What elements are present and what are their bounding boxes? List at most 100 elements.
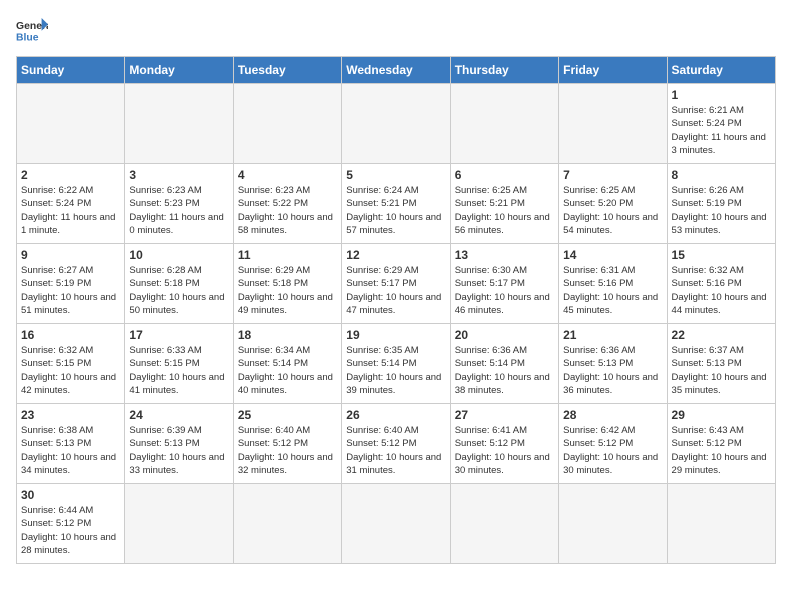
calendar-cell: 9Sunrise: 6:27 AM Sunset: 5:19 PM Daylig… [17,244,125,324]
calendar-cell: 29 Sunrise: 6:43 AM Sunset: 5:12 PM Dayli… [667,404,775,484]
calendar-cell [233,84,341,164]
calendar-cell: 25Sunrise: 6:40 AM Sunset: 5:12 PM Dayli… [233,404,341,484]
calendar-cell: 24 Sunrise: 6:39 AM Sunset: 5:13 PM Dayli… [125,404,233,484]
day-info: Sunrise: 6:32 AM Sunset: 5:15 PM Dayligh… [21,344,120,397]
day-number: 4 [238,168,337,182]
day-info: Sunrise: 6:21 AM Sunset: 5:24 PM Dayligh… [672,104,771,157]
calendar-cell: 3 Sunrise: 6:23 AM Sunset: 5:23 PM Daylig… [125,164,233,244]
day-number: 8 [672,168,771,182]
day-info: Sunrise: 6:23 AM Sunset: 5:23 PM Dayligh… [129,184,228,237]
day-info: Sunrise: 6:36 AM Sunset: 5:14 PM Dayligh… [455,344,554,397]
logo: General Blue [16,16,48,44]
calendar-cell: 16 Sunrise: 6:32 AM Sunset: 5:15 PM Dayli… [17,324,125,404]
day-info: Sunrise: 6:41 AM Sunset: 5:12 PM Dayligh… [455,424,554,477]
day-number: 10 [129,248,228,262]
day-number: 13 [455,248,554,262]
day-number: 23 [21,408,120,422]
col-header-wednesday: Wednesday [342,57,450,84]
calendar-cell [342,84,450,164]
day-info: Sunrise: 6:37 AM Sunset: 5:13 PM Dayligh… [672,344,771,397]
day-number: 6 [455,168,554,182]
day-number: 17 [129,328,228,342]
calendar-cell: 22 Sunrise: 6:37 AM Sunset: 5:13 PM Dayli… [667,324,775,404]
calendar-cell [17,84,125,164]
calendar-cell: 2 Sunrise: 6:22 AM Sunset: 5:24 PM Daylig… [17,164,125,244]
col-header-tuesday: Tuesday [233,57,341,84]
calendar-cell: 26Sunrise: 6:40 AM Sunset: 5:12 PM Dayli… [342,404,450,484]
calendar-cell: 7 Sunrise: 6:25 AM Sunset: 5:20 PM Daylig… [559,164,667,244]
day-number: 27 [455,408,554,422]
calendar-cell: 4 Sunrise: 6:23 AM Sunset: 5:22 PM Daylig… [233,164,341,244]
calendar-cell: 23 Sunrise: 6:38 AM Sunset: 5:13 PM Dayli… [17,404,125,484]
day-info: Sunrise: 6:35 AM Sunset: 5:14 PM Dayligh… [346,344,445,397]
day-info: Sunrise: 6:27 AM Sunset: 5:19 PM Dayligh… [21,264,120,317]
day-info: Sunrise: 6:32 AM Sunset: 5:16 PM Dayligh… [672,264,771,317]
calendar-cell: 18Sunrise: 6:34 AM Sunset: 5:14 PM Dayli… [233,324,341,404]
day-info: Sunrise: 6:34 AM Sunset: 5:14 PM Dayligh… [238,344,337,397]
day-number: 2 [21,168,120,182]
day-info: Sunrise: 6:26 AM Sunset: 5:19 PM Dayligh… [672,184,771,237]
calendar-cell [342,484,450,564]
col-header-monday: Monday [125,57,233,84]
day-info: Sunrise: 6:24 AM Sunset: 5:21 PM Dayligh… [346,184,445,237]
calendar-cell: 28 Sunrise: 6:42 AM Sunset: 5:12 PM Dayli… [559,404,667,484]
day-info: Sunrise: 6:25 AM Sunset: 5:21 PM Dayligh… [455,184,554,237]
day-info: Sunrise: 6:38 AM Sunset: 5:13 PM Dayligh… [21,424,120,477]
calendar-cell: 10 Sunrise: 6:28 AM Sunset: 5:18 PM Dayli… [125,244,233,324]
day-info: Sunrise: 6:39 AM Sunset: 5:13 PM Dayligh… [129,424,228,477]
calendar-cell: 5 Sunrise: 6:24 AM Sunset: 5:21 PM Daylig… [342,164,450,244]
calendar-cell: 30Sunrise: 6:44 AM Sunset: 5:12 PM Dayli… [17,484,125,564]
calendar-cell [125,484,233,564]
calendar-cell [125,84,233,164]
calendar-table: SundayMondayTuesdayWednesdayThursdayFrid… [16,56,776,564]
day-info: Sunrise: 6:33 AM Sunset: 5:15 PM Dayligh… [129,344,228,397]
day-info: Sunrise: 6:44 AM Sunset: 5:12 PM Dayligh… [21,504,120,557]
day-number: 28 [563,408,662,422]
day-info: Sunrise: 6:31 AM Sunset: 5:16 PM Dayligh… [563,264,662,317]
day-number: 25 [238,408,337,422]
day-info: Sunrise: 6:22 AM Sunset: 5:24 PM Dayligh… [21,184,120,237]
col-header-friday: Friday [559,57,667,84]
day-info: Sunrise: 6:30 AM Sunset: 5:17 PM Dayligh… [455,264,554,317]
day-number: 26 [346,408,445,422]
calendar-cell: 1 Sunrise: 6:21 AM Sunset: 5:24 PM Daylig… [667,84,775,164]
calendar-cell: 17 Sunrise: 6:33 AM Sunset: 5:15 PM Dayli… [125,324,233,404]
calendar-cell [667,484,775,564]
day-number: 22 [672,328,771,342]
calendar-cell: 27 Sunrise: 6:41 AM Sunset: 5:12 PM Dayli… [450,404,558,484]
col-header-saturday: Saturday [667,57,775,84]
calendar-cell: 21Sunrise: 6:36 AM Sunset: 5:13 PM Dayli… [559,324,667,404]
calendar-cell: 6 Sunrise: 6:25 AM Sunset: 5:21 PM Daylig… [450,164,558,244]
col-header-thursday: Thursday [450,57,558,84]
day-number: 1 [672,88,771,102]
logo-icon: General Blue [16,16,48,44]
day-number: 16 [21,328,120,342]
svg-text:Blue: Blue [16,32,39,43]
day-number: 24 [129,408,228,422]
day-number: 29 [672,408,771,422]
day-number: 20 [455,328,554,342]
day-info: Sunrise: 6:43 AM Sunset: 5:12 PM Dayligh… [672,424,771,477]
calendar-cell: 13 Sunrise: 6:30 AM Sunset: 5:17 PM Dayli… [450,244,558,324]
day-number: 7 [563,168,662,182]
day-info: Sunrise: 6:42 AM Sunset: 5:12 PM Dayligh… [563,424,662,477]
day-info: Sunrise: 6:29 AM Sunset: 5:18 PM Dayligh… [238,264,337,317]
day-info: Sunrise: 6:36 AM Sunset: 5:13 PM Dayligh… [563,344,662,397]
calendar-cell: 14 Sunrise: 6:31 AM Sunset: 5:16 PM Dayli… [559,244,667,324]
day-number: 5 [346,168,445,182]
calendar-cell: 8 Sunrise: 6:26 AM Sunset: 5:19 PM Daylig… [667,164,775,244]
day-info: Sunrise: 6:23 AM Sunset: 5:22 PM Dayligh… [238,184,337,237]
day-info: Sunrise: 6:29 AM Sunset: 5:17 PM Dayligh… [346,264,445,317]
calendar-cell: 11Sunrise: 6:29 AM Sunset: 5:18 PM Dayli… [233,244,341,324]
col-header-sunday: Sunday [17,57,125,84]
day-number: 12 [346,248,445,262]
calendar-cell [450,484,558,564]
day-number: 15 [672,248,771,262]
day-info: Sunrise: 6:28 AM Sunset: 5:18 PM Dayligh… [129,264,228,317]
calendar-cell [233,484,341,564]
calendar-cell [559,84,667,164]
day-number: 3 [129,168,228,182]
calendar-cell [450,84,558,164]
day-info: Sunrise: 6:25 AM Sunset: 5:20 PM Dayligh… [563,184,662,237]
day-number: 14 [563,248,662,262]
